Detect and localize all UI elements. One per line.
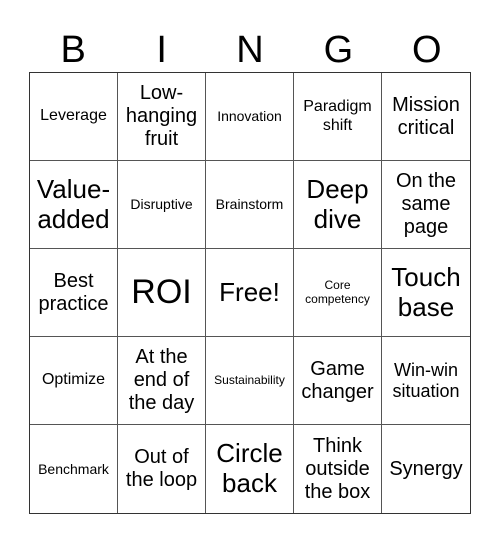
- bingo-cell[interactable]: Value-added: [30, 161, 118, 249]
- bingo-cell[interactable]: Touch base: [382, 249, 470, 337]
- bingo-cell[interactable]: Leverage: [30, 73, 118, 161]
- bingo-cell[interactable]: Circle back: [206, 425, 294, 513]
- bingo-cell[interactable]: Optimize: [30, 337, 118, 425]
- bingo-cell[interactable]: ROI: [118, 249, 206, 337]
- bingo-cell[interactable]: Best practice: [30, 249, 118, 337]
- bingo-cell[interactable]: Out of the loop: [118, 425, 206, 513]
- bingo-board: Leverage Low-hanging fruit Innovation Pa…: [29, 72, 471, 514]
- bingo-cell[interactable]: At the end of the day: [118, 337, 206, 425]
- bingo-cell[interactable]: Sustainability: [206, 337, 294, 425]
- bingo-cell[interactable]: Innovation: [206, 73, 294, 161]
- bingo-cell[interactable]: Deep dive: [294, 161, 382, 249]
- bingo-cell[interactable]: Brainstorm: [206, 161, 294, 249]
- bingo-cell[interactable]: Win-win situation: [382, 337, 470, 425]
- bingo-header: B I N G O: [29, 28, 471, 72]
- bingo-cell[interactable]: Benchmark: [30, 425, 118, 513]
- header-letter-o: O: [412, 29, 442, 71]
- header-letter-b: B: [60, 29, 86, 71]
- header-letter-n: N: [236, 29, 264, 71]
- bingo-cell[interactable]: Core competency: [294, 249, 382, 337]
- bingo-cell[interactable]: Game changer: [294, 337, 382, 425]
- bingo-cell[interactable]: Think outside the box: [294, 425, 382, 513]
- header-letter-i: I: [156, 29, 167, 71]
- bingo-cell[interactable]: Synergy: [382, 425, 470, 513]
- bingo-cell[interactable]: Mission critical: [382, 73, 470, 161]
- bingo-cell[interactable]: On the same page: [382, 161, 470, 249]
- bingo-cell[interactable]: Low-hanging fruit: [118, 73, 206, 161]
- bingo-cell[interactable]: Paradigm shift: [294, 73, 382, 161]
- header-letter-g: G: [323, 29, 354, 71]
- bingo-cell[interactable]: Disruptive: [118, 161, 206, 249]
- free-space-cell[interactable]: Free!: [206, 249, 294, 337]
